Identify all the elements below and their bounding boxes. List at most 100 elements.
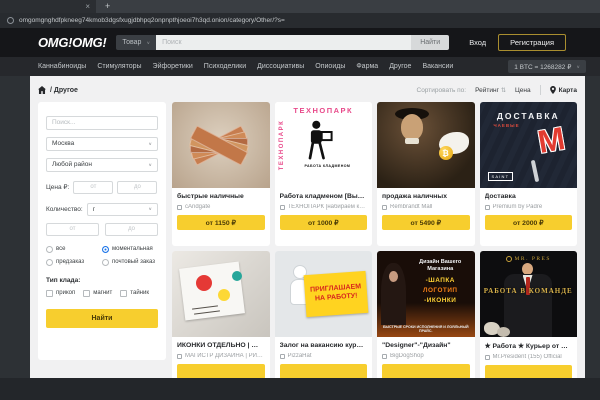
- checkbox-hidden[interactable]: тайник: [120, 290, 149, 297]
- radio-checked-icon[interactable]: [102, 246, 109, 253]
- register-button[interactable]: Регистрация: [498, 34, 566, 51]
- quantity-to-input[interactable]: [105, 223, 158, 236]
- nav-item-vacancies[interactable]: Вакансии: [422, 63, 453, 70]
- product-title[interactable]: Доставка: [485, 193, 573, 200]
- district-select[interactable]: Любой район ∨: [46, 158, 158, 172]
- price-button[interactable]: [382, 364, 470, 378]
- checkbox-magnet[interactable]: магнит: [83, 290, 112, 297]
- nav-item-opioids[interactable]: Опиоиды: [315, 63, 345, 70]
- sort-by-rating[interactable]: Рейтинг ⇅: [475, 87, 506, 94]
- price-button[interactable]: от 2000 ₽: [485, 215, 573, 230]
- vendor-name[interactable]: Premium by Padre: [493, 204, 543, 210]
- nav-item-pharma[interactable]: Фарма: [356, 63, 378, 70]
- btc-rate-chip[interactable]: 1 BTC = 1268282 ₽ ∨: [508, 60, 586, 73]
- new-tab-icon[interactable]: +: [105, 2, 110, 11]
- product-card[interactable]: быстрые наличные cAndgate от 1150 ₽: [172, 102, 270, 246]
- radio-icon[interactable]: [102, 259, 109, 266]
- product-image-icons-collage[interactable]: [172, 251, 270, 337]
- unit-select[interactable]: г ∨: [87, 203, 158, 216]
- price-button[interactable]: [280, 364, 368, 378]
- search-input[interactable]: [156, 35, 411, 50]
- product-card[interactable]: Дизайн Вашего Магазина -ШАПКА ЛОГОТИП -И…: [377, 251, 475, 378]
- filter-search-input[interactable]: [46, 116, 158, 130]
- store-icon: [177, 354, 182, 359]
- product-card[interactable]: ИКОНКИ ОТДЕЛЬНО | … МАГИСТР ДИЗАЙНА | РИ…: [172, 251, 270, 378]
- apply-filters-button[interactable]: Найти: [46, 309, 158, 328]
- radio-all[interactable]: все: [46, 246, 102, 253]
- product-card[interactable]: ₿ продажа наличных Rembrandt Mall от 549…: [377, 102, 475, 246]
- product-card[interactable]: ПРИГЛАШАЕМ НА РАБОТУ! Залог на вакансию …: [275, 251, 373, 378]
- product-image-technopark[interactable]: ТЕХНОПАРК ТЕХНОПАРК РАБОТА КЛАДМЕНОМ: [275, 102, 373, 188]
- product-card[interactable]: ТЕХНОПАРК ТЕХНОПАРК РАБОТА КЛАДМЕНОМ: [275, 102, 373, 246]
- checkbox-buried[interactable]: прикоп: [46, 290, 75, 297]
- product-card[interactable]: ДОСТАВКА ЧАЕВЫЕ М SAINT Доставка Pr: [480, 102, 578, 246]
- url-text[interactable]: omgomgnghdfpkneeg74kmob3dgsfxugjdbhpq2on…: [19, 17, 285, 24]
- vendor-row[interactable]: cAndgate: [177, 204, 265, 210]
- checkbox-icon[interactable]: [120, 290, 127, 297]
- checkbox-icon[interactable]: [83, 290, 90, 297]
- radio-preorder[interactable]: предзаказ: [46, 259, 102, 266]
- site-logo[interactable]: OMG!OMG!: [38, 35, 106, 50]
- price-button[interactable]: [485, 365, 573, 378]
- product-title[interactable]: "Designer"-"Дизайн": [382, 342, 470, 349]
- product-image-invite[interactable]: ПРИГЛАШАЕМ НА РАБОТУ!: [275, 251, 373, 337]
- nav-item-dissociatives[interactable]: Диссоциативы: [257, 63, 304, 70]
- close-icon[interactable]: ×: [85, 3, 90, 11]
- search-category-select[interactable]: Товар ∨: [116, 35, 156, 50]
- vendor-name[interactable]: ТЕХНОПАРК [набираем к…: [288, 204, 366, 210]
- quantity-from-input[interactable]: [46, 223, 99, 236]
- vendor-row[interactable]: ТЕХНОПАРК [набираем к…: [280, 204, 368, 210]
- price-to-input[interactable]: [117, 181, 157, 194]
- radio-postal[interactable]: почтовый заказ: [102, 259, 158, 266]
- price-button[interactable]: от 1000 ₽: [280, 215, 368, 230]
- checkbox-icon[interactable]: [46, 290, 53, 297]
- vendor-row[interactable]: Rembrandt Mall: [382, 204, 470, 210]
- price-button[interactable]: от 5490 ₽: [382, 215, 470, 230]
- nav-item-psychedelics[interactable]: Психоделики: [204, 63, 246, 70]
- nav-item-other[interactable]: Другое: [389, 63, 411, 70]
- product-image-rembrandt[interactable]: ₿: [377, 102, 475, 188]
- product-image-design[interactable]: Дизайн Вашего Магазина -ШАПКА ЛОГОТИП -И…: [377, 251, 475, 337]
- vendor-name[interactable]: Mr.President (155) Official: [493, 354, 562, 360]
- price-from-input[interactable]: [73, 181, 113, 194]
- product-title[interactable]: ★ Работа ★ Курьер от …: [485, 342, 573, 350]
- city-select[interactable]: Москва ∨: [46, 137, 158, 151]
- browser-urlbar[interactable]: omgomgnghdfpkneeg74kmob3dgsfxugjdbhpq2on…: [0, 13, 600, 28]
- product-image-president[interactable]: MR. PRES РАБОТА В КОМАНДЕ: [480, 251, 578, 337]
- nav-item-euphoretics[interactable]: Эйфоретики: [153, 63, 193, 70]
- vendor-row[interactable]: МАГИСТР ДИЗАЙНА | РИ…: [177, 353, 265, 359]
- search-button[interactable]: Найти: [411, 35, 449, 50]
- vendor-name[interactable]: cAndgate: [185, 204, 210, 210]
- vendor-row[interactable]: BigDogShop: [382, 353, 470, 359]
- vendor-row[interactable]: Premium by Padre: [485, 204, 573, 210]
- vendor-row[interactable]: Mr.President (155) Official: [485, 354, 573, 360]
- radio-instant[interactable]: моментальная: [102, 246, 158, 253]
- quantity-range-row: [46, 223, 158, 236]
- price-button[interactable]: от 1150 ₽: [177, 215, 265, 230]
- vendor-name[interactable]: МАГИСТР ДИЗАЙНА | РИ…: [185, 353, 263, 359]
- product-card[interactable]: MR. PRES РАБОТА В КОМАНДЕ: [480, 251, 578, 378]
- sort-by-price[interactable]: Цена: [515, 87, 531, 94]
- product-title[interactable]: Работа кладменом [Вы…: [280, 193, 368, 200]
- radio-icon[interactable]: [46, 259, 53, 266]
- nav-item-stimulants[interactable]: Стимуляторы: [97, 63, 141, 70]
- product-title[interactable]: ИКОНКИ ОТДЕЛЬНО | …: [177, 342, 265, 349]
- product-title[interactable]: Залог на вакансию кур…: [280, 342, 368, 349]
- login-link[interactable]: Вход: [469, 38, 486, 47]
- radio-icon[interactable]: [46, 246, 53, 253]
- product-image-delivery[interactable]: ДОСТАВКА ЧАЕВЫЕ М SAINT: [480, 102, 578, 188]
- vendor-name[interactable]: Rembrandt Mall: [390, 204, 432, 210]
- home-icon[interactable]: [38, 86, 46, 94]
- map-toggle[interactable]: Карта: [550, 86, 577, 94]
- browser-tab[interactable]: ×: [0, 0, 96, 13]
- site-info-icon[interactable]: [7, 17, 14, 24]
- product-title[interactable]: продажа наличных: [382, 193, 470, 200]
- product-image-cash[interactable]: [172, 102, 270, 188]
- nav-item-cannabinoids[interactable]: Каннабиноиды: [38, 63, 86, 70]
- vendor-row[interactable]: PizzaHat: [280, 353, 368, 359]
- vendor-name[interactable]: BigDogShop: [390, 353, 424, 359]
- price-button[interactable]: [177, 364, 265, 378]
- breadcrumb[interactable]: / Другое: [38, 86, 78, 94]
- vendor-name[interactable]: PizzaHat: [288, 353, 312, 359]
- product-title[interactable]: быстрые наличные: [177, 193, 265, 200]
